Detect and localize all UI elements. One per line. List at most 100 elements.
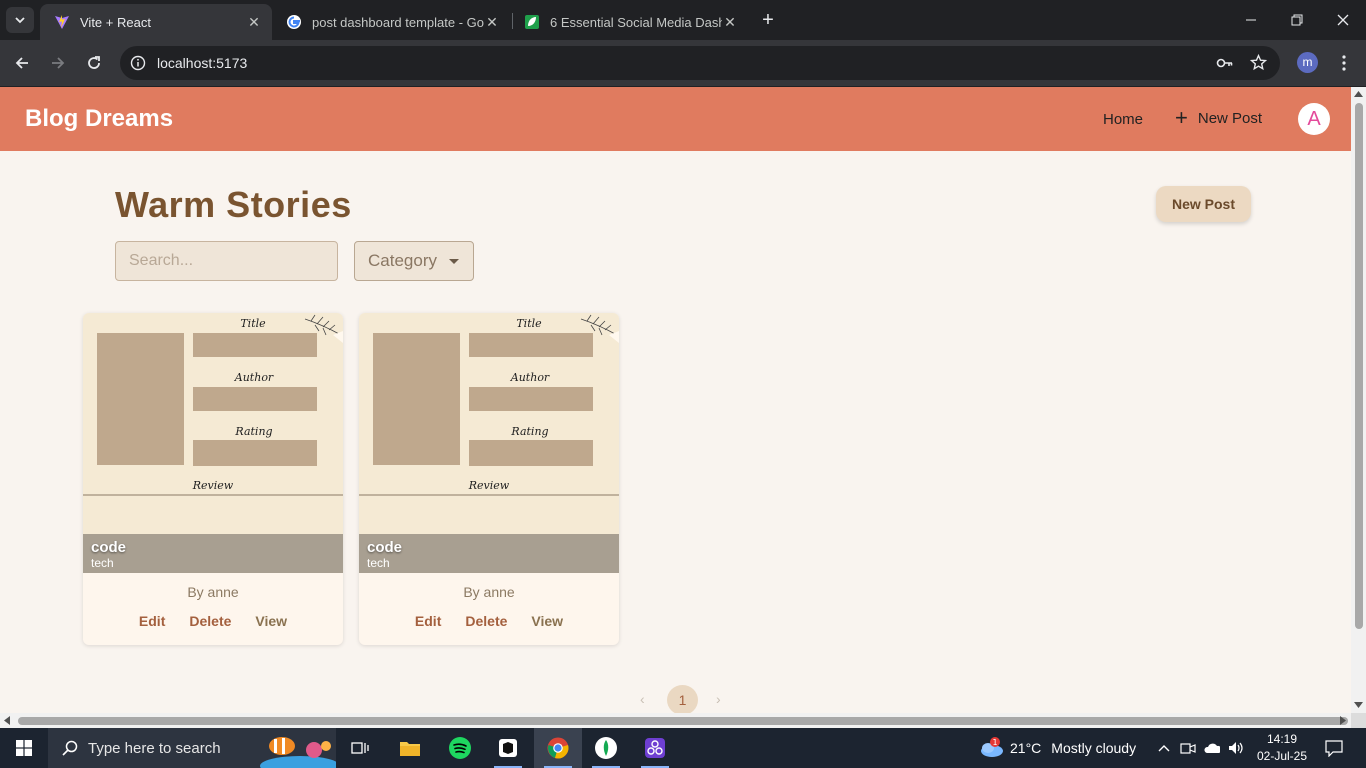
taskbar-mongodb[interactable] [582,728,630,768]
app-header: Blog Dreams Home + New Post A [0,87,1351,151]
taskbar-clock[interactable]: 14:19 02-Jul-25 [1254,731,1310,765]
tab-title: post dashboard template - Goo [312,14,484,30]
restore-icon [1291,14,1303,26]
nodes-app-icon [645,738,665,758]
vite-icon [55,15,69,29]
clock-time: 14:19 [1266,732,1298,746]
edit-button[interactable]: Edit [415,613,441,629]
image-label-title: Title [516,317,542,330]
taskbar-chrome[interactable] [534,728,582,768]
close-window-button[interactable] [1320,0,1366,40]
reload-button[interactable] [82,51,106,75]
back-button[interactable] [10,51,34,75]
close-icon[interactable]: ✕ [484,14,500,31]
card-actions: Edit Delete View [359,613,619,629]
image-label-review: Review [468,479,510,492]
taskbar-spotify[interactable] [436,728,484,768]
browser-tab-vite[interactable]: Vite + React ✕ [40,4,272,40]
url-text: localhost:5173 [157,55,248,71]
delete-button[interactable]: Delete [189,613,231,629]
close-icon[interactable]: ✕ [246,14,262,31]
cloud-icon [1204,743,1220,753]
scroll-up-icon[interactable] [1354,91,1363,97]
chevron-up-icon [1158,745,1170,752]
address-bar[interactable]: localhost:5173 [120,46,1280,80]
card-category: tech [367,556,390,570]
pagination-next-button[interactable]: › [716,691,721,707]
edit-button[interactable]: Edit [139,613,165,629]
image-label-author: Author [234,371,274,384]
pagination-page-current[interactable]: 1 [667,685,698,713]
delete-button[interactable]: Delete [465,613,507,629]
browser-tab-strip: Vite + React ✕ post dashboard template -… [0,0,1366,40]
reload-icon [88,56,100,69]
task-view-button[interactable] [336,728,384,768]
star-icon[interactable] [1250,54,1267,71]
category-select[interactable]: Category [354,241,474,281]
new-post-button[interactable]: New Post [1156,186,1251,222]
taskbar-app-box[interactable] [484,728,532,768]
nav-new-post-link[interactable]: + New Post [1175,107,1263,129]
category-select-label: Category [368,251,437,270]
new-tab-button[interactable]: + [758,10,778,30]
taskbar-app-nodes[interactable] [631,728,679,768]
taskbar-search-placeholder: Type here to search [88,739,221,757]
profile-avatar[interactable]: m [1297,52,1318,73]
weather-temp: 21°C [1010,740,1042,756]
pagination: ‹ 1 › [636,685,732,713]
card-actions: Edit Delete View [83,613,343,629]
brand-logo[interactable]: Blog Dreams [25,105,173,133]
page-viewport: Blog Dreams Home + New Post A Warm Stori… [0,87,1351,713]
view-button[interactable]: View [531,613,563,629]
notifications-button[interactable] [1325,739,1343,757]
scroll-right-icon[interactable] [1340,716,1346,725]
meet-now-icon[interactable] [1180,740,1196,756]
post-card[interactable]: Title Author Rating Review code tech By … [83,313,343,645]
onedrive-icon[interactable] [1204,740,1220,756]
user-avatar[interactable]: A [1298,103,1330,135]
horizontal-scrollbar[interactable] [0,713,1351,728]
card-caption: code tech [83,534,343,573]
key-icon[interactable] [1216,55,1234,71]
close-icon[interactable]: ✕ [722,14,738,31]
taskbar-file-explorer[interactable] [386,728,434,768]
show-hidden-icons-button[interactable] [1156,740,1172,756]
pagination-prev-button[interactable]: ‹ [640,691,645,707]
camera-icon [1180,743,1196,754]
site-info-icon[interactable] [130,55,146,71]
browser-tab-article[interactable]: 6 Essential Social Media Dashbo ✕ [510,4,748,40]
scroll-left-icon[interactable] [4,716,10,725]
browser-menu-button[interactable] [1332,51,1356,75]
task-view-icon [351,742,369,754]
post-card[interactable]: Title Author Rating Review code tech By … [359,313,619,645]
nav-home-link[interactable]: Home [1103,111,1143,128]
browser-tab-google[interactable]: post dashboard template - Goo ✕ [272,4,510,40]
image-label-rating: Rating [510,425,548,438]
windows-taskbar: Type here to search 1 21°C Mostly cloudy [0,728,1366,768]
image-label-review: Review [192,479,234,492]
restore-button[interactable] [1274,0,1320,40]
nav-new-post-label: New Post [1197,109,1263,127]
search-input[interactable] [115,241,338,281]
vertical-scroll-thumb[interactable] [1355,103,1363,629]
taskbar-search-box[interactable]: Type here to search [48,728,336,768]
windows-logo-icon [16,740,32,756]
start-button[interactable] [0,728,48,768]
box-app-icon [499,739,517,757]
search-icon [62,740,78,756]
kebab-menu-icon [1342,55,1346,71]
tab-title: Vite + React [80,14,151,30]
scroll-down-icon[interactable] [1354,702,1363,708]
weather-widget[interactable]: 1 21°C Mostly cloudy [978,728,1136,768]
page-title: Warm Stories [115,184,352,225]
forward-button[interactable] [46,51,70,75]
tab-search-button[interactable] [6,7,34,33]
minimize-icon [1246,19,1256,21]
view-button[interactable]: View [255,613,287,629]
card-title: code [367,539,403,556]
cloudy-weather-icon: 1 [981,737,1003,757]
horizontal-scroll-thumb[interactable] [18,717,1348,725]
volume-icon[interactable] [1228,740,1244,756]
vertical-scrollbar[interactable] [1351,87,1366,713]
minimize-button[interactable] [1228,0,1274,40]
